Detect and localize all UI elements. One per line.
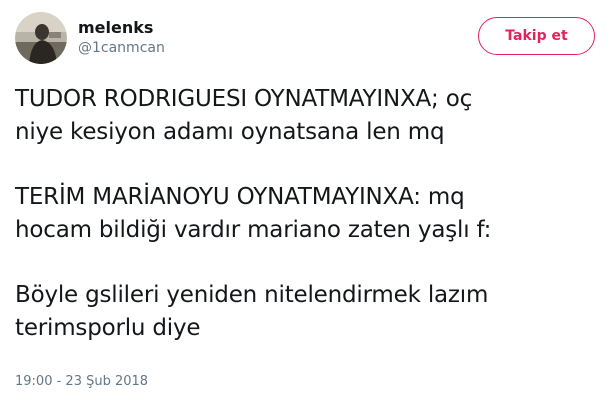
user-handle[interactable]: @1canmcan bbox=[78, 38, 165, 58]
tweet-timestamp[interactable]: 19:00 - 23 Şub 2018 bbox=[15, 374, 148, 389]
tweet-paragraph: TERİM MARİANOYU OYNATMAYINXA: mq hocam b… bbox=[15, 181, 600, 247]
avatar[interactable] bbox=[15, 12, 67, 64]
tweet-line: TERİM MARİANOYU OYNATMAYINXA: mq bbox=[15, 184, 465, 210]
user-avatar-icon bbox=[15, 12, 67, 64]
display-name[interactable]: melenks bbox=[78, 18, 165, 38]
tweet-header: melenks @1canmcan bbox=[15, 12, 165, 64]
tweet-line: Böyle gslileri yeniden nitelendirmek laz… bbox=[15, 282, 489, 308]
user-names: melenks @1canmcan bbox=[78, 18, 165, 58]
tweet-paragraph: TUDOR RODRIGUESI OYNATMAYINXA; oç niye k… bbox=[15, 83, 600, 149]
tweet-line: terimsporlu diye bbox=[15, 315, 201, 341]
tweet-text: TUDOR RODRIGUESI OYNATMAYINXA; oç niye k… bbox=[15, 83, 600, 345]
tweet-line: TUDOR RODRIGUESI OYNATMAYINXA; oç bbox=[15, 86, 473, 112]
tweet-card: melenks @1canmcan Takip et TUDOR RODRIGU… bbox=[0, 0, 612, 415]
tweet-line: niye kesiyon adamı oynatsana len mq bbox=[15, 119, 445, 145]
tweet-paragraph: Böyle gslileri yeniden nitelendirmek laz… bbox=[15, 279, 600, 345]
follow-button[interactable]: Takip et bbox=[478, 17, 595, 55]
tweet-line: hocam bildiği vardır mariano zaten yaşlı… bbox=[15, 217, 492, 243]
